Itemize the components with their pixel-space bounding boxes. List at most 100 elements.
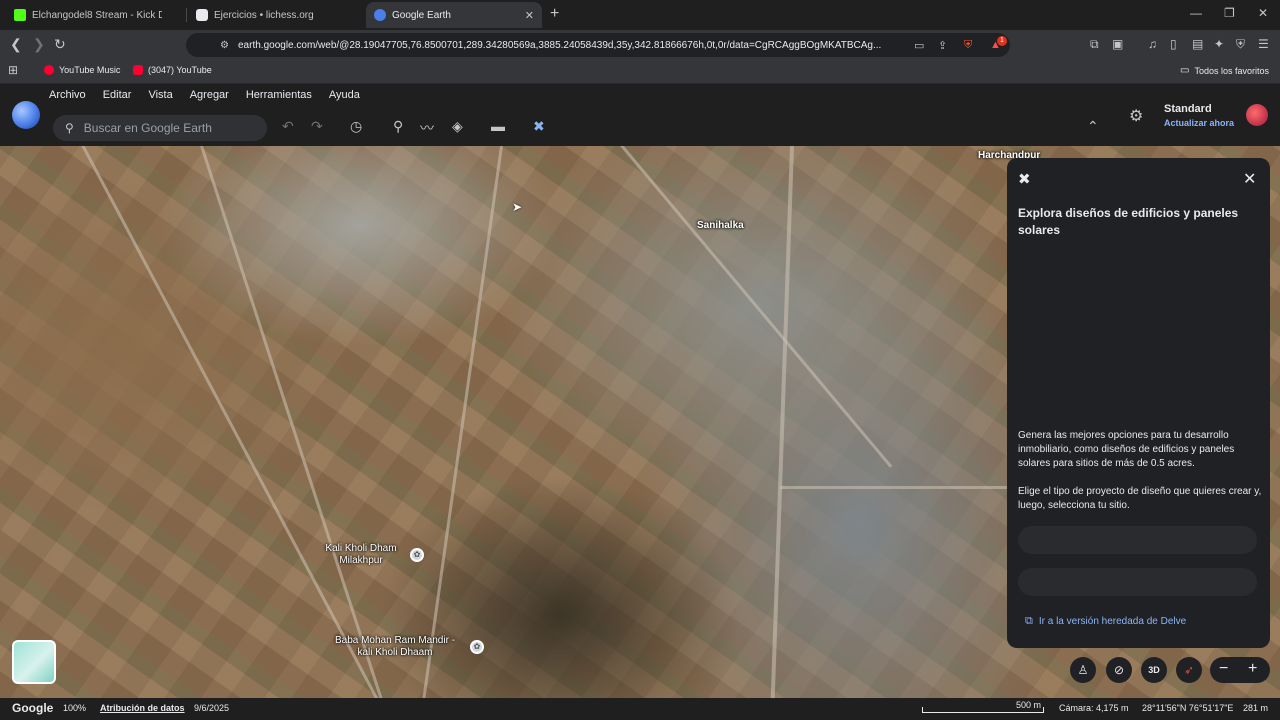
collapse-toolbar-icon[interactable]: ⌃	[1087, 118, 1099, 135]
menu-editar[interactable]: Editar	[103, 89, 132, 101]
close-tab-icon[interactable]: ✕	[525, 9, 534, 22]
project-option-placeholder[interactable]	[1018, 568, 1257, 596]
kick-favicon-icon	[14, 9, 26, 21]
menu-vista[interactable]: Vista	[148, 89, 172, 101]
google-earth-favicon-icon	[374, 9, 386, 21]
menu-archivo[interactable]: Archivo	[49, 89, 86, 101]
sidebar-icon[interactable]: ▯	[1170, 37, 1177, 51]
road	[770, 146, 794, 698]
legacy-delve-link[interactable]: ⧉ Ir a la versión heredada de Delve	[1025, 615, 1186, 628]
redo-icon[interactable]: ↷	[311, 118, 323, 135]
google-earth-logo-icon[interactable]	[12, 101, 40, 129]
tab-lichess[interactable]: Ejercicios • lichess.org	[188, 2, 364, 28]
zoom-controls: − +	[1210, 657, 1270, 683]
bookmark-label: (3047) YouTube	[148, 65, 212, 75]
search-input[interactable]	[83, 121, 254, 135]
path-icon[interactable]: 〰	[420, 118, 434, 138]
elevation: 281 m	[1243, 703, 1269, 713]
place-label-baba-mohan[interactable]: Baba Mohan Ram Mandir - kali Kholi Dhaam	[330, 635, 460, 659]
vpn-icon[interactable]: ⛨	[1236, 37, 1245, 52]
tab-title: Elchangodel8 Stream - Kick Dash	[32, 9, 162, 21]
tab-google-earth[interactable]: Google Earth ✕	[366, 2, 542, 28]
minimize-icon[interactable]: —	[1190, 6, 1202, 20]
lichess-favicon-icon	[196, 9, 208, 21]
cursor-coordinates: 28°11'56"N 76°51'17"E	[1142, 703, 1234, 713]
toggle-3d-button[interactable]: 3D	[1141, 657, 1167, 683]
reload-icon[interactable]: ↻	[54, 36, 66, 53]
wallet-icon[interactable]: ▤	[1192, 37, 1203, 51]
search-icon: ⚲	[65, 121, 74, 135]
road	[422, 146, 503, 698]
status-bar: Google 100% Atribución de datos 9/6/2025…	[0, 698, 1280, 720]
place-label-kali-kholi[interactable]: Kali Kholi Dham Milakhpur	[318, 543, 404, 567]
temple-pin-icon[interactable]: ✿	[410, 548, 424, 562]
menu-herramientas[interactable]: Herramientas	[246, 89, 312, 101]
new-tab-button[interactable]: +	[550, 5, 559, 23]
data-attribution-link[interactable]: Atribución de datos	[100, 703, 185, 713]
settings-icon[interactable]: ⚙	[1129, 106, 1143, 126]
forward-icon[interactable]: ❯	[33, 36, 45, 53]
upgrade-link[interactable]: Actualizar ahora	[1164, 118, 1234, 128]
scale-label: 500 m	[1016, 700, 1042, 710]
layers-icon[interactable]: ◈	[452, 118, 463, 135]
menu-bar: Archivo Editar Vista Agregar Herramienta…	[49, 89, 377, 101]
tab-title: Ejercicios • lichess.org	[214, 9, 314, 21]
youtube-music-icon	[44, 65, 54, 75]
menu-agregar[interactable]: Agregar	[190, 89, 229, 101]
open-external-icon: ⧉	[1025, 615, 1033, 627]
reset-tilt-icon[interactable]: ⊘	[1106, 657, 1132, 683]
tab-divider	[186, 8, 187, 22]
extensions-icon[interactable]: ⧉	[1090, 37, 1099, 52]
zoom-out-icon[interactable]: −	[1219, 660, 1228, 678]
bookmark-youtube[interactable]: (3047) YouTube	[133, 65, 212, 75]
bookmark-youtube-music[interactable]: YouTube Music	[44, 65, 120, 75]
compass-icon[interactable]: ➶	[1176, 657, 1202, 683]
cast-icon[interactable]: ▭	[914, 39, 924, 52]
music-icon[interactable]: ♫	[1148, 37, 1157, 51]
plan-label: Standard	[1164, 103, 1212, 115]
close-window-icon[interactable]: ✕	[1258, 6, 1268, 20]
tab-kick[interactable]: Elchangodel8 Stream - Kick Dash	[6, 2, 184, 28]
history-icon[interactable]: ◷	[350, 118, 362, 135]
address-bar[interactable]: ⚙ earth.google.com/web/@28.19047705,76.8…	[186, 33, 1010, 57]
avatar[interactable]	[1246, 104, 1268, 126]
bookmarks-bar: ⊞ YouTube Music (3047) YouTube ▭ Todos l…	[0, 60, 1280, 84]
panel-instructions: Elige el tipo de proyecto de diseño que …	[1018, 486, 1262, 511]
back-icon[interactable]: ❮	[10, 36, 22, 53]
browser-tab-strip: Elchangodel8 Stream - Kick Dash Ejercici…	[0, 0, 1280, 30]
undo-icon[interactable]: ↶	[282, 118, 294, 135]
ruler-icon[interactable]: ▬	[491, 118, 505, 134]
design-tools-icon[interactable]: ✖	[533, 118, 545, 135]
design-tools-icon: ✖	[1018, 171, 1031, 188]
brave-shield-icon[interactable]: ⛨	[964, 39, 972, 52]
camera-altitude: Cámara: 4,175 m	[1059, 703, 1129, 713]
share-icon[interactable]: ⇪	[938, 39, 947, 52]
close-panel-icon[interactable]: ✕	[1243, 169, 1256, 189]
road	[620, 146, 893, 468]
apps-grid-icon[interactable]: ⊞	[8, 63, 18, 77]
reader-icon[interactable]: ▣	[1112, 37, 1123, 51]
road	[780, 486, 1010, 489]
site-info-icon[interactable]: ⚙	[220, 40, 229, 51]
map-style-thumbnail[interactable]	[12, 640, 56, 684]
zoom-in-icon[interactable]: +	[1248, 660, 1257, 678]
youtube-icon	[133, 65, 143, 75]
place-label-sanihalka[interactable]: Sanihalka	[697, 220, 744, 231]
menu-ayuda[interactable]: Ayuda	[329, 89, 360, 101]
mouse-cursor-icon: ➤	[512, 200, 523, 214]
search-box[interactable]: ⚲	[53, 115, 267, 141]
all-bookmarks-label: Todos los favoritos	[1194, 65, 1269, 76]
rewards-badge: 1	[997, 36, 1007, 46]
temple-pin-icon[interactable]: ✿	[470, 640, 484, 654]
leo-ai-icon[interactable]: ✦	[1214, 37, 1224, 51]
tab-title: Google Earth	[392, 9, 451, 21]
placemark-icon[interactable]: ⚲	[393, 118, 403, 135]
pegman-icon[interactable]: ♙	[1070, 657, 1096, 683]
project-option-placeholder[interactable]	[1018, 526, 1257, 554]
browser-toolbar: ❮ ❯ ↻ ☐ ⚙ earth.google.com/web/@28.19047…	[0, 30, 1280, 60]
menu-icon[interactable]: ☰	[1258, 37, 1269, 51]
all-bookmarks[interactable]: ▭ Todos los favoritos	[1180, 65, 1269, 76]
imagery-date: 9/6/2025	[194, 703, 230, 713]
restore-icon[interactable]: ❐	[1224, 6, 1235, 20]
url-text: earth.google.com/web/@28.19047705,76.850…	[238, 39, 882, 51]
